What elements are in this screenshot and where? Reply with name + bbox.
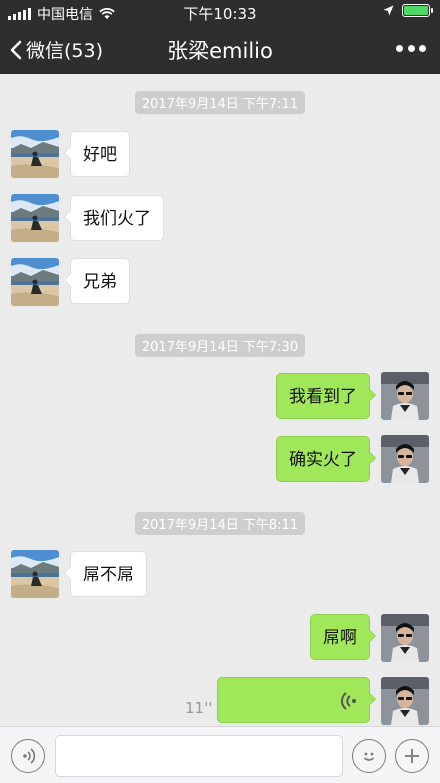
more-icon[interactable] [396,38,426,58]
battery-icon [402,4,433,17]
my-avatar[interactable] [381,614,429,662]
received-message[interactable]: 我们火了 [64,195,164,241]
voice-message[interactable] [217,677,376,723]
sent-message[interactable]: 屌啊 [310,614,376,660]
nav-bar: 微信(53) 张梁emilio [0,24,440,74]
plus-icon [405,749,419,763]
received-message[interactable]: 兄弟 [64,258,130,304]
timestamp: 2017年9月14日 下午7:30 [0,334,440,357]
contact-avatar[interactable] [11,258,59,306]
my-avatar[interactable] [381,435,429,483]
timestamp: 2017年9月14日 下午7:11 [0,91,440,114]
contact-avatar[interactable] [11,550,59,598]
voice-icon [23,748,36,764]
received-message[interactable]: 好吧 [64,131,130,177]
emoji-icon [363,752,375,761]
timestamp: 2017年9月14日 下午8:11 [0,512,440,535]
contact-avatar[interactable] [11,130,59,178]
my-avatar[interactable] [381,372,429,420]
status-bar: 中国电信 下午10:33 [0,0,440,24]
my-avatar[interactable] [381,677,429,725]
plus-button[interactable] [395,739,429,773]
received-message[interactable]: 屌不屌 [64,551,147,597]
location-icon [383,5,394,16]
sent-message[interactable]: 确实火了 [276,436,376,482]
message-input[interactable] [55,735,343,777]
chat-title: 张梁emilio [167,39,273,63]
voice-duration: 11'' [185,699,213,717]
voice-wave-icon [341,692,356,710]
emoji-button[interactable] [352,739,386,773]
status-time: 下午10:33 [183,5,257,23]
voice-toggle-button[interactable] [11,739,45,773]
sent-message[interactable]: 我看到了 [276,373,376,419]
chat-area[interactable]: 2017年9月14日 下午7:11 好吧 我们火了 兄弟 2017年9月14日 … [0,74,440,726]
status-right [383,4,433,17]
input-bar [0,726,440,783]
contact-avatar[interactable] [11,194,59,242]
